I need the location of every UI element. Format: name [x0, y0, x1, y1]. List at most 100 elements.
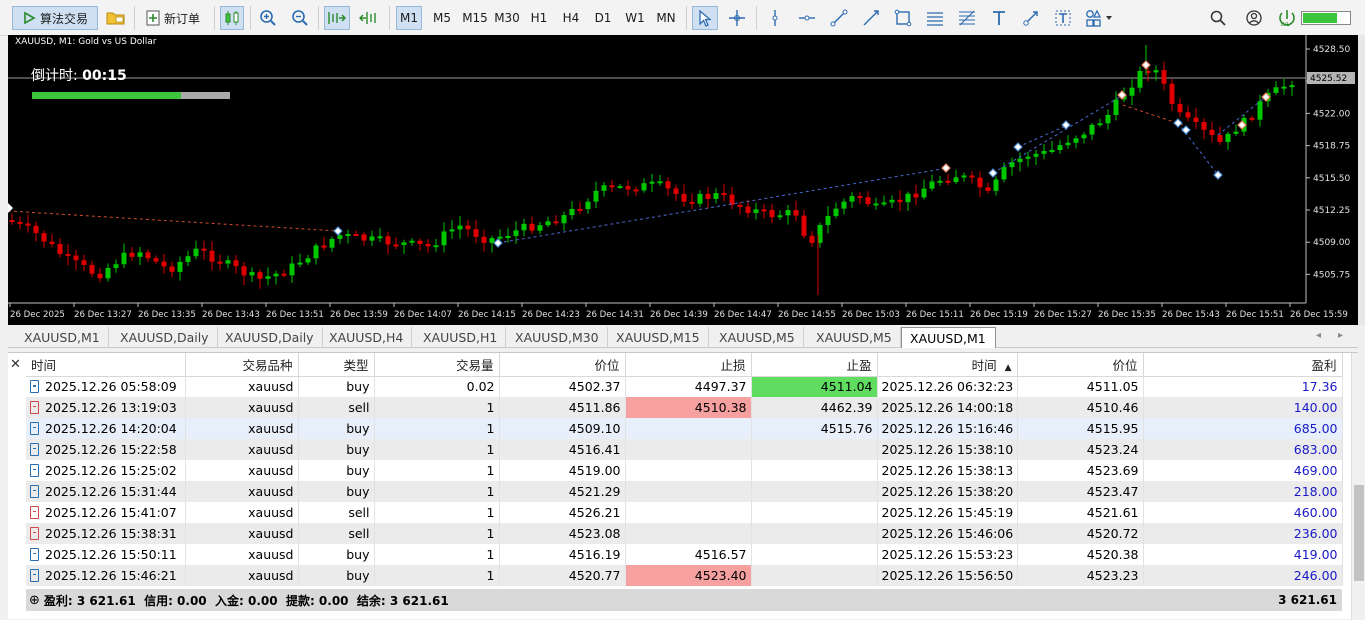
timeframe-m30[interactable]: M30 [492, 6, 522, 30]
expand-icon[interactable]: ⊕ [29, 593, 40, 608]
bear-candle [689, 201, 695, 204]
cell-open-time: 2025.12.26 15:25:02 [26, 460, 186, 481]
table-row[interactable]: 2025.12.26 14:20:04 xauusd buy 1 4509.10 4515… [26, 418, 1343, 439]
tab-chart-1[interactable]: XAUUSD,M1 [16, 327, 109, 348]
bull-candle [1089, 124, 1095, 135]
search-icon[interactable] [1206, 6, 1230, 30]
open-time-text: 2025.12.26 05:58:09 [45, 379, 177, 395]
bull-candle [265, 276, 271, 279]
bear-candle [665, 181, 671, 189]
arrow-tool-icon[interactable] [1018, 6, 1044, 30]
channel-icon[interactable] [922, 6, 948, 30]
table-row[interactable]: 2025.12.26 15:41:07 xauusd sell 1 4526.21 202… [26, 502, 1343, 523]
bull-candle [1001, 167, 1007, 180]
col-symbol[interactable]: 交易品种 [185, 353, 299, 377]
col-close-time[interactable]: 时间 ▲ [877, 353, 1018, 377]
cell-volume: 1 [374, 397, 500, 418]
bear-candle [9, 220, 15, 222]
bull-candle [185, 256, 191, 262]
label-tool-icon[interactable] [1050, 6, 1076, 30]
bear-candle [321, 245, 327, 248]
vertical-scrollbar[interactable] [1351, 353, 1365, 620]
tab-chart-9[interactable]: XAUUSD,M5 [808, 327, 901, 348]
table-row[interactable]: 2025.12.26 13:19:03 xauusd sell 1 4511.86 451… [26, 397, 1343, 418]
shapes-dropdown-icon[interactable] [1082, 6, 1118, 30]
tab-chart-8[interactable]: XAUUSD,M5 [711, 327, 804, 348]
bear-candle [73, 255, 79, 261]
countdown-display: 倒计时: 00:15 [31, 65, 127, 85]
cell-symbol: xauusd [185, 439, 299, 460]
algo-trading-button[interactable]: 算法交易 [12, 6, 98, 30]
horizontal-line-icon[interactable] [794, 6, 820, 30]
tab-chart-5[interactable]: XAUUSD,H1 [415, 327, 507, 348]
bull-candle [593, 190, 599, 202]
col-open-price[interactable]: 价位 [499, 353, 626, 377]
bull-candle [1137, 70, 1143, 88]
col-close-price[interactable]: 价位 [1017, 353, 1144, 377]
timeframe-w1[interactable]: W1 [622, 6, 648, 30]
timeframe-d1[interactable]: D1 [590, 6, 616, 30]
countdown-label: 倒计时: [31, 68, 83, 84]
auto-scroll-icon[interactable] [324, 6, 350, 30]
price-chart[interactable]: 4528.504525.254522.004518.754515.504512.… [8, 35, 1358, 325]
tab-chart-active[interactable]: XAUUSD,M1 [901, 327, 996, 348]
tab-chart-2[interactable]: XAUUSD,Daily [112, 327, 218, 348]
timeframe-m5[interactable]: M5 [428, 6, 456, 30]
history-table: 时间 交易品种 类型 交易量 价位 止损 止盈 时间 ▲ 价位 盈利 2025.… [26, 353, 1343, 586]
timeframe-m15[interactable]: M15 [460, 6, 490, 30]
vertical-line-icon[interactable] [762, 6, 788, 30]
table-row[interactable]: 2025.12.26 15:50:11 xauusd buy 1 4516.19 4516… [26, 544, 1343, 565]
col-take-profit[interactable]: 止盈 [751, 353, 878, 377]
col-volume[interactable]: 交易量 [374, 353, 500, 377]
zoom-in-icon[interactable] [256, 6, 280, 30]
table-row[interactable]: 2025.12.26 15:31:44 xauusd buy 1 4521.29 2025… [26, 481, 1343, 502]
table-row[interactable]: 2025.12.26 15:22:58 xauusd buy 1 4516.41 2025… [26, 439, 1343, 460]
chart-shift-icon[interactable] [356, 6, 382, 30]
bear-candle [209, 250, 215, 262]
timeframe-h4[interactable]: H4 [558, 6, 584, 30]
timeframe-m1[interactable]: M1 [396, 6, 422, 30]
cell-open-price: 4520.77 [499, 565, 626, 586]
tab-chart-6[interactable]: XAUUSD,M30 [507, 327, 608, 348]
bull-candle [929, 181, 935, 189]
timeframe-mn[interactable]: MN [652, 6, 680, 30]
bear-candle [417, 240, 423, 244]
time-tick-label: 26 Dec 14:47 [714, 310, 772, 320]
table-row[interactable]: 2025.12.26 15:38:31 xauusd sell 1 4523.08 202… [26, 523, 1343, 544]
tab-chart-3[interactable]: XAUUSD,Daily [217, 327, 323, 348]
text-tool-icon[interactable] [986, 6, 1012, 30]
fibonacci-icon[interactable] [954, 6, 980, 30]
folder-icon[interactable] [104, 6, 128, 30]
new-order-button[interactable]: 新订单 [140, 6, 206, 30]
cell-profit: 419.00 [1143, 544, 1343, 565]
rectangle-icon[interactable] [890, 6, 916, 30]
table-row[interactable]: 2025.12.26 05:58:09 xauusd buy 0.02 4502.37 4… [26, 376, 1343, 397]
candlestick-icon[interactable] [220, 6, 244, 30]
tab-scroll-left-icon[interactable]: ◂ [1316, 330, 1321, 341]
account-icon[interactable] [1242, 6, 1266, 30]
tab-scroll-right-icon[interactable]: ▸ [1338, 330, 1343, 341]
table-row[interactable]: 2025.12.26 15:25:02 xauusd buy 1 4519.00 2025… [26, 460, 1343, 481]
cursor-icon[interactable] [692, 6, 718, 30]
close-icon[interactable]: ✕ [10, 357, 21, 372]
signal-lvl-icon[interactable]: LVL [1276, 6, 1298, 30]
col-open-time[interactable]: 时间 [26, 353, 186, 377]
bull-candle [937, 180, 943, 183]
col-stop-loss[interactable]: 止损 [625, 353, 752, 377]
tab-chart-7[interactable]: XAUUSD,M15 [608, 327, 709, 348]
col-type[interactable]: 类型 [298, 353, 375, 377]
bear-candle [65, 253, 71, 256]
table-row[interactable]: 2025.12.26 15:46:21 xauusd buy 1 4520.77 4523… [26, 565, 1343, 586]
scrollbar-thumb[interactable] [1354, 485, 1364, 581]
tab-chart-4[interactable]: XAUUSD,H4 [321, 327, 413, 348]
trendline-icon[interactable] [826, 6, 852, 30]
crosshair-icon[interactable] [724, 6, 750, 30]
col-profit[interactable]: 盈利 [1143, 353, 1343, 377]
ray-icon[interactable] [858, 6, 884, 30]
cell-symbol: xauusd [185, 565, 299, 586]
buy-order-icon [30, 443, 39, 456]
zoom-out-icon[interactable] [288, 6, 312, 30]
time-tick-label: 26 Dec 15:59 [1290, 310, 1348, 320]
timeframe-h1[interactable]: H1 [526, 6, 552, 30]
cell-sl: 4523.40 [625, 565, 752, 586]
